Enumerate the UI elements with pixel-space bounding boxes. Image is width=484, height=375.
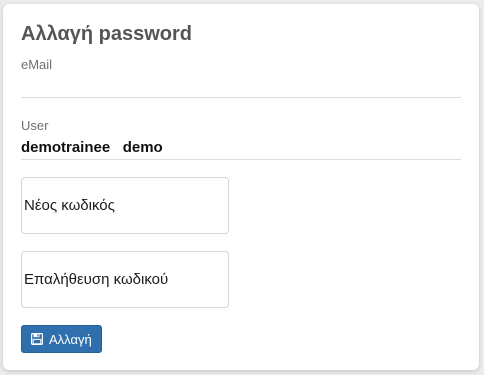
save-button[interactable]: Αλλαγή [21,325,102,353]
user-label: User [21,118,49,133]
confirm-password-input[interactable] [22,252,228,307]
new-password-field-container [21,177,229,234]
save-button-label: Αλλαγή [49,331,92,347]
user-value: demotrainee demo [21,139,163,156]
page-title: Αλλαγή password [21,23,192,45]
divider [21,97,461,98]
save-icon [31,333,43,345]
divider [21,159,461,160]
new-password-input[interactable] [22,178,228,233]
change-password-card: Αλλαγή password eMail User demotrainee d… [3,4,479,370]
email-label: eMail [21,57,53,72]
confirm-password-field-container [21,251,229,308]
